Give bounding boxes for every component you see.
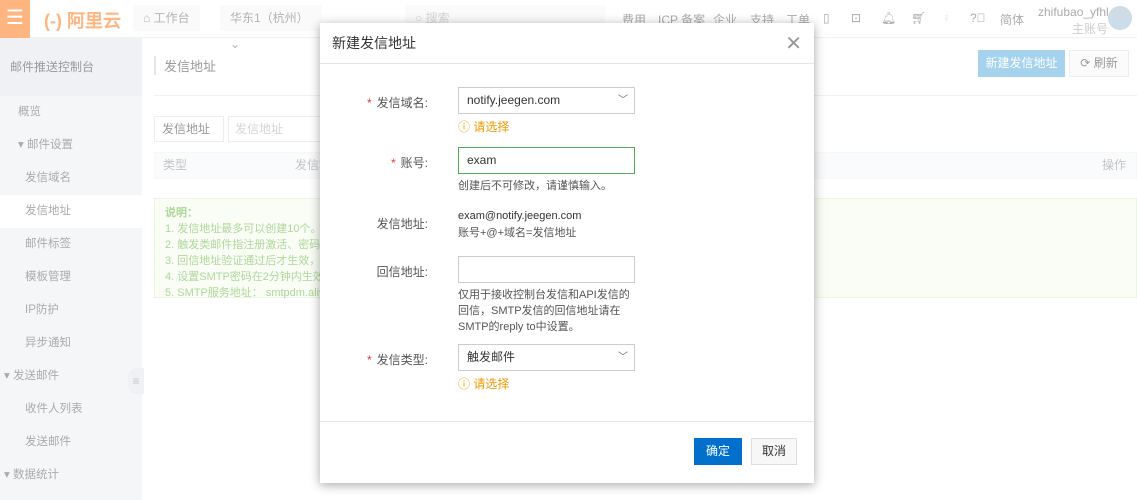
reply-label: 回信地址: (376, 265, 428, 279)
type-label: * 发信类型: (366, 353, 428, 367)
type-select[interactable]: 触发邮件 ﹀ (458, 344, 635, 371)
cancel-button[interactable]: 取消 (751, 438, 797, 465)
reply-address-input[interactable] (458, 256, 635, 283)
warn-text: 请选择 (473, 120, 510, 134)
type-value: 触发邮件 (467, 350, 516, 364)
divider (320, 63, 814, 64)
reply-help: 仅用于接收控制台发信和API发信的回信，SMTP发信的回信地址请在SMTP的re… (458, 289, 630, 333)
dialog-title: 新建发信地址 (332, 35, 416, 51)
domain-label: * 发信域名: (366, 96, 428, 110)
account-help: 创建后不可修改，请谨慎输入。 (458, 180, 612, 192)
domain-warning: ⓘ 请选择 (458, 120, 510, 134)
type-warning: ⓘ 请选择 (458, 377, 510, 391)
chevron-down-icon: ﹀ (618, 352, 628, 363)
label-text: 账号: (400, 156, 428, 170)
label-text: 发信类型: (376, 353, 428, 367)
address-value: exam@notify.jeegen.com (458, 210, 582, 222)
account-label: * 账号: (390, 156, 428, 170)
close-icon[interactable]: ✕ (785, 31, 802, 56)
confirm-button[interactable]: 确定 (694, 438, 742, 465)
chevron-down-icon: ﹀ (618, 95, 628, 106)
new-sender-address-dialog: 新建发信地址 ✕ * 发信域名: notify.jeegen.com ﹀ ⓘ 请选择… (320, 23, 814, 483)
label-text: 发信域名: (376, 96, 428, 110)
address-label: 发信地址: (376, 217, 428, 231)
divider (320, 421, 814, 422)
account-input[interactable]: exam (458, 147, 635, 174)
domain-value: notify.jeegen.com (467, 93, 561, 107)
domain-select[interactable]: notify.jeegen.com ﹀ (458, 87, 635, 114)
warn-text: 请选择 (473, 377, 510, 391)
address-help: 账号+@+域名=发信地址 (458, 227, 577, 239)
